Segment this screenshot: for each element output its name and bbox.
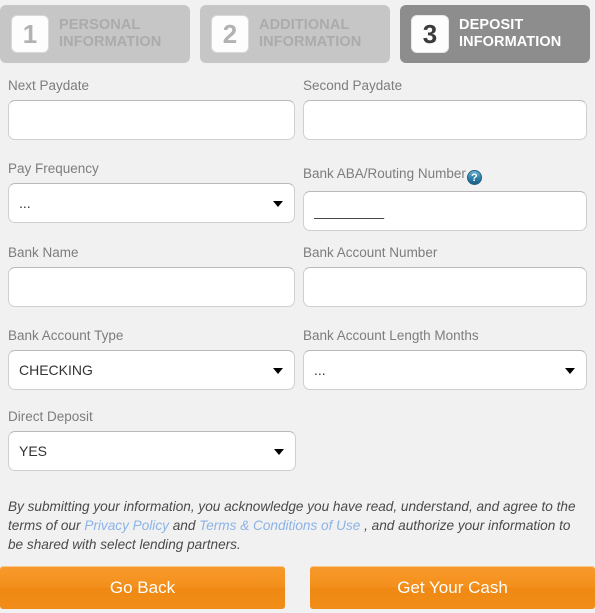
label-bank-name: Bank Name xyxy=(8,245,79,260)
field-pay-frequency: Pay Frequency ... xyxy=(8,161,295,223)
select-wrap-direct-deposit: YES xyxy=(8,431,296,471)
step-indicator: 1 PERSONAL INFORMATION 2 ADDITIONAL INFO… xyxy=(0,5,595,63)
label-next-paydate: Next Paydate xyxy=(8,78,90,93)
input-bank-aba-routing-number[interactable] xyxy=(303,191,587,231)
disclaimer-text: By submitting your information, you ackn… xyxy=(8,497,586,554)
label-bank-account-length-months: Bank Account Length Months xyxy=(303,328,479,343)
step-label-3-line2: INFORMATION xyxy=(459,34,562,50)
terms-conditions-link[interactable]: Terms & Conditions of Use xyxy=(199,518,360,533)
label-second-paydate: Second Paydate xyxy=(303,78,403,93)
select-pay-frequency[interactable]: ... xyxy=(8,183,295,223)
input-next-paydate[interactable] xyxy=(8,100,295,140)
label-bank-aba-text: Bank ABA/Routing Number xyxy=(303,166,466,181)
step-label-2-line2: INFORMATION xyxy=(259,34,362,50)
input-second-paydate[interactable] xyxy=(303,100,587,140)
select-wrap-bank-account-type: CHECKING xyxy=(8,350,295,390)
get-your-cash-button[interactable]: Get Your Cash xyxy=(310,566,595,609)
disclaimer-part2: and xyxy=(168,518,200,533)
select-wrap-bank-account-length: ... xyxy=(303,350,587,390)
field-bank-aba-routing-number: Bank ABA/Routing Number? xyxy=(303,166,587,231)
go-back-button[interactable]: Go Back xyxy=(0,566,285,609)
input-bank-account-number[interactable] xyxy=(303,267,587,307)
step-number-1: 1 xyxy=(11,15,49,53)
field-direct-deposit: Direct Deposit YES xyxy=(8,409,296,471)
step-number-3: 3 xyxy=(411,15,449,53)
field-bank-account-type: Bank Account Type CHECKING xyxy=(8,328,295,390)
step-tab-personal-information[interactable]: 1 PERSONAL INFORMATION xyxy=(0,5,190,63)
field-next-paydate: Next Paydate xyxy=(8,78,295,140)
field-bank-name: Bank Name xyxy=(8,245,295,307)
label-bank-account-type: Bank Account Type xyxy=(8,328,124,343)
select-direct-deposit[interactable]: YES xyxy=(8,431,296,471)
label-bank-aba-routing-number: Bank ABA/Routing Number? xyxy=(303,166,587,185)
step-tab-additional-information[interactable]: 2 ADDITIONAL INFORMATION xyxy=(200,5,390,63)
step-label-3-line1: DEPOSIT xyxy=(459,17,524,33)
input-bank-name[interactable] xyxy=(8,267,295,307)
step-tab-deposit-information[interactable]: 3 DEPOSIT INFORMATION xyxy=(400,5,590,63)
field-second-paydate: Second Paydate xyxy=(303,78,587,140)
select-bank-account-length-months[interactable]: ... xyxy=(303,350,587,390)
help-question-icon[interactable]: ? xyxy=(466,170,482,185)
field-bank-account-length-months: Bank Account Length Months ... xyxy=(303,328,587,390)
step-number-2: 2 xyxy=(211,15,249,53)
deposit-information-form-page: 1 PERSONAL INFORMATION 2 ADDITIONAL INFO… xyxy=(0,0,595,613)
step-label-2-line1: ADDITIONAL xyxy=(259,17,350,33)
label-bank-account-number: Bank Account Number xyxy=(303,245,438,260)
field-bank-account-number: Bank Account Number xyxy=(303,245,587,307)
label-pay-frequency: Pay Frequency xyxy=(8,161,99,176)
step-label-1-line1: PERSONAL xyxy=(59,17,141,33)
select-bank-account-type[interactable]: CHECKING xyxy=(8,350,295,390)
step-label-1-line2: INFORMATION xyxy=(59,34,162,50)
step-label-1: PERSONAL INFORMATION xyxy=(59,17,161,51)
privacy-policy-link[interactable]: Privacy Policy xyxy=(84,518,169,533)
select-wrap-pay-frequency: ... xyxy=(8,183,295,223)
step-label-2: ADDITIONAL INFORMATION xyxy=(259,17,361,51)
label-direct-deposit: Direct Deposit xyxy=(8,409,93,424)
step-label-3: DEPOSIT INFORMATION xyxy=(459,17,561,51)
